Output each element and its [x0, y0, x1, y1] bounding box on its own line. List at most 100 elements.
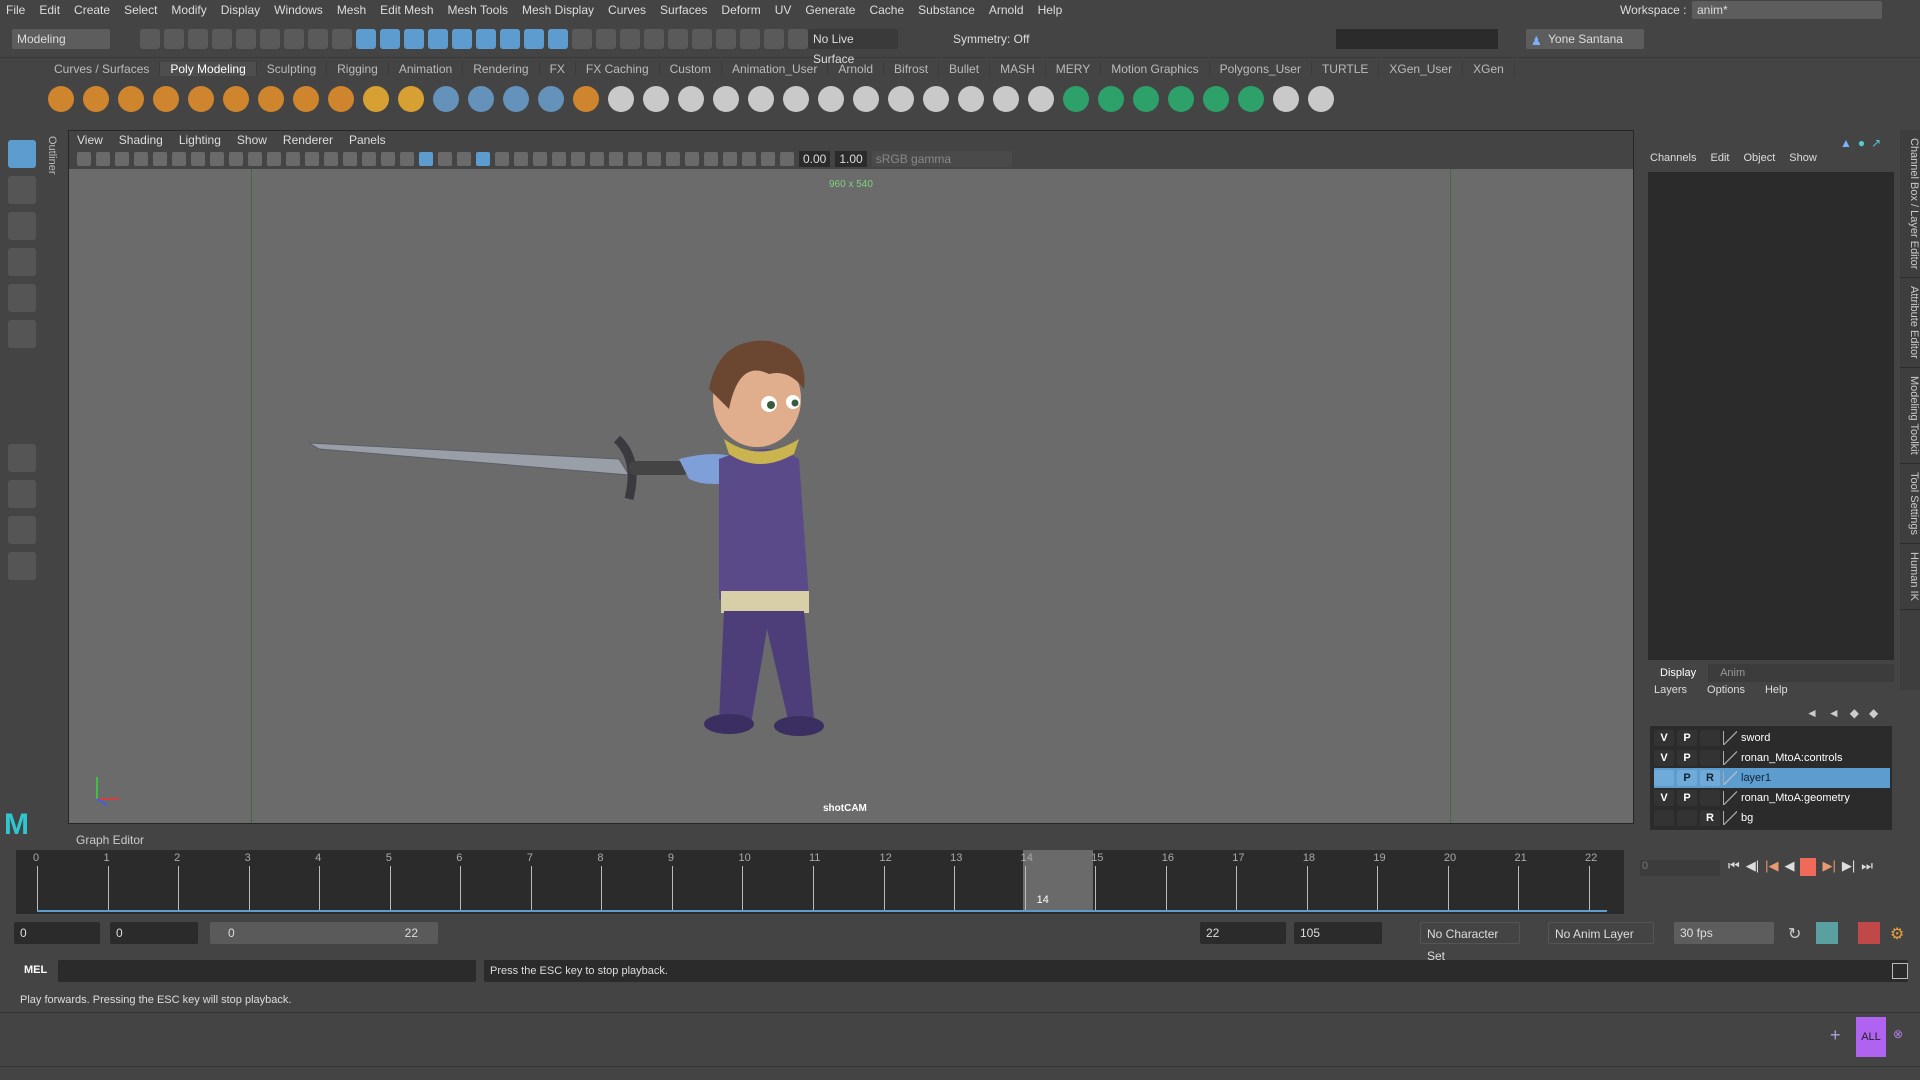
menu-edit[interactable]: Edit — [39, 3, 60, 17]
start-time-field[interactable]: 0 — [14, 922, 100, 944]
go-to-start-icon[interactable]: ⏮ — [1728, 858, 1740, 876]
command-language-toggle[interactable]: MEL — [24, 964, 47, 976]
shelf-tab-animation-user[interactable]: Animation_User — [722, 62, 829, 76]
menu-substance[interactable]: Substance — [918, 3, 975, 17]
menu-generate[interactable]: Generate — [805, 3, 855, 17]
graph-editor-label[interactable]: Graph Editor — [76, 833, 144, 847]
layer-r-toggle[interactable] — [1700, 730, 1720, 746]
status-line-tool-icon[interactable] — [644, 29, 664, 49]
shelf-tab-poly-modeling[interactable]: Poly Modeling — [160, 62, 257, 76]
shelf-tab-bullet[interactable]: Bullet — [939, 62, 991, 76]
status-line-tool-icon[interactable] — [212, 29, 232, 49]
viewport-menu-shading[interactable]: Shading — [119, 133, 163, 147]
shelf-tool-icon[interactable] — [223, 86, 249, 112]
shelf-tool-icon[interactable] — [1028, 86, 1054, 112]
move-layer-up-icon[interactable]: ◄ — [1806, 706, 1818, 720]
menu-file[interactable]: File — [6, 3, 25, 17]
viewport-tool-icon[interactable] — [210, 152, 224, 166]
shelf-tool-icon[interactable] — [608, 86, 634, 112]
shelf-tool-icon[interactable] — [1238, 86, 1264, 112]
viewport-tool-icon[interactable] — [457, 152, 471, 166]
status-line-tool-icon[interactable] — [740, 29, 760, 49]
side-tab-tool-settings[interactable]: Tool Settings — [1900, 464, 1920, 544]
shelf-tool-icon[interactable] — [1133, 86, 1159, 112]
viewport-tool-icon[interactable] — [552, 152, 566, 166]
layer-v-toggle[interactable] — [1654, 810, 1674, 826]
status-line-tool-icon[interactable] — [236, 29, 256, 49]
go-to-end-icon[interactable]: ⏭ — [1861, 858, 1873, 876]
channel-box-menu-channels[interactable]: Channels — [1650, 152, 1696, 164]
status-line-tool-icon[interactable] — [716, 29, 736, 49]
layer-p-toggle[interactable]: P — [1677, 730, 1697, 746]
viewport-menu-panels[interactable]: Panels — [349, 133, 386, 147]
shelf-tool-icon[interactable] — [888, 86, 914, 112]
layer-color-swatch[interactable] — [1723, 771, 1737, 785]
status-line-tool-icon[interactable] — [596, 29, 616, 49]
shelf-tool-icon[interactable] — [573, 86, 599, 112]
command-input[interactable] — [58, 960, 476, 982]
status-line-tool-icon[interactable] — [260, 29, 280, 49]
menu-windows[interactable]: Windows — [274, 3, 323, 17]
viewport-tool-icon[interactable] — [172, 152, 186, 166]
stop-playback-button[interactable] — [1800, 858, 1817, 876]
viewport-tool-icon[interactable] — [761, 152, 775, 166]
menu-mesh[interactable]: Mesh — [337, 3, 366, 17]
layer-row[interactable]: Rbg — [1654, 808, 1890, 828]
shelf-tab-arnold[interactable]: Arnold — [828, 62, 885, 76]
end-time-field[interactable]: 22 — [1200, 922, 1286, 944]
shelf-tab-xgen[interactable]: XGen — [1463, 62, 1515, 76]
anim-end-field[interactable]: 105 — [1294, 922, 1382, 944]
menu-edit-mesh[interactable]: Edit Mesh — [380, 3, 433, 17]
viewport-tool-icon[interactable] — [115, 152, 129, 166]
side-tab-attribute-editor[interactable]: Attribute Editor — [1900, 278, 1920, 369]
layer-r-toggle[interactable]: R — [1700, 810, 1720, 826]
viewport-tool-icon[interactable] — [419, 152, 433, 166]
viewport-tool-icon[interactable] — [742, 152, 756, 166]
range-slider[interactable]: 0 22 — [210, 922, 438, 944]
shelf-tool-icon[interactable] — [538, 86, 564, 112]
new-layer-icon[interactable]: ◆ — [1850, 706, 1859, 720]
status-line-tool-icon[interactable] — [308, 29, 328, 49]
shelf-tab-mash[interactable]: MASH — [990, 62, 1046, 76]
shelf-tool-icon[interactable] — [153, 86, 179, 112]
menu-surfaces[interactable]: Surfaces — [660, 3, 707, 17]
shelf-tool-icon[interactable] — [993, 86, 1019, 112]
step-forward-frame-icon[interactable]: ▶| — [1822, 858, 1835, 876]
shelf-tool-icon[interactable] — [818, 86, 844, 112]
menu-modify[interactable]: Modify — [171, 3, 206, 17]
outliner-layout-icon[interactable] — [8, 552, 36, 580]
status-line-tool-icon[interactable] — [692, 29, 712, 49]
status-line-tool-icon[interactable] — [188, 29, 208, 49]
layer-v-toggle[interactable]: V — [1654, 730, 1674, 746]
shelf-tab-curves-surfaces[interactable]: Curves / Surfaces — [44, 62, 161, 76]
paint-select-tool-icon[interactable] — [8, 212, 36, 240]
shelf-tab-rendering[interactable]: Rendering — [463, 62, 540, 76]
viewport-tool-icon[interactable] — [96, 152, 110, 166]
layer-r-toggle[interactable] — [1700, 750, 1720, 766]
all-button[interactable]: ALL — [1856, 1017, 1886, 1057]
anim-layer-dropdown[interactable]: No Anim Layer — [1548, 922, 1654, 944]
single-view-layout-icon[interactable] — [8, 444, 36, 472]
menu-display[interactable]: Display — [221, 3, 260, 17]
viewport-3d-view[interactable]: 960 x 540 shotCAM — [69, 169, 1633, 823]
viewport-tool-icon[interactable] — [590, 152, 604, 166]
shelf-tab-fx[interactable]: FX — [540, 62, 576, 76]
status-line-tool-icon[interactable] — [284, 29, 304, 49]
viewport-tool-icon[interactable] — [628, 152, 642, 166]
layer-row[interactable]: V Pronan_MtoA:controls — [1654, 748, 1890, 768]
viewport-tool-icon[interactable] — [305, 152, 319, 166]
move-tool-icon[interactable] — [8, 248, 36, 276]
layer-v-toggle[interactable]: V — [1654, 750, 1674, 766]
scale-tool-icon[interactable] — [8, 320, 36, 348]
shelf-tool-icon[interactable] — [783, 86, 809, 112]
status-line-tool-icon[interactable] — [764, 29, 784, 49]
status-line-tool-icon[interactable] — [620, 29, 640, 49]
viewport-tool-icon[interactable] — [647, 152, 661, 166]
four-view-layout-icon[interactable] — [8, 480, 36, 508]
shelf-tool-icon[interactable] — [433, 86, 459, 112]
step-back-key-icon[interactable]: ◀| — [1746, 858, 1759, 876]
viewport-tool-icon[interactable] — [267, 152, 281, 166]
viewport-menu-renderer[interactable]: Renderer — [283, 133, 333, 147]
viewport-tool-icon[interactable] — [571, 152, 585, 166]
fps-dropdown[interactable]: 30 fps — [1674, 922, 1774, 944]
